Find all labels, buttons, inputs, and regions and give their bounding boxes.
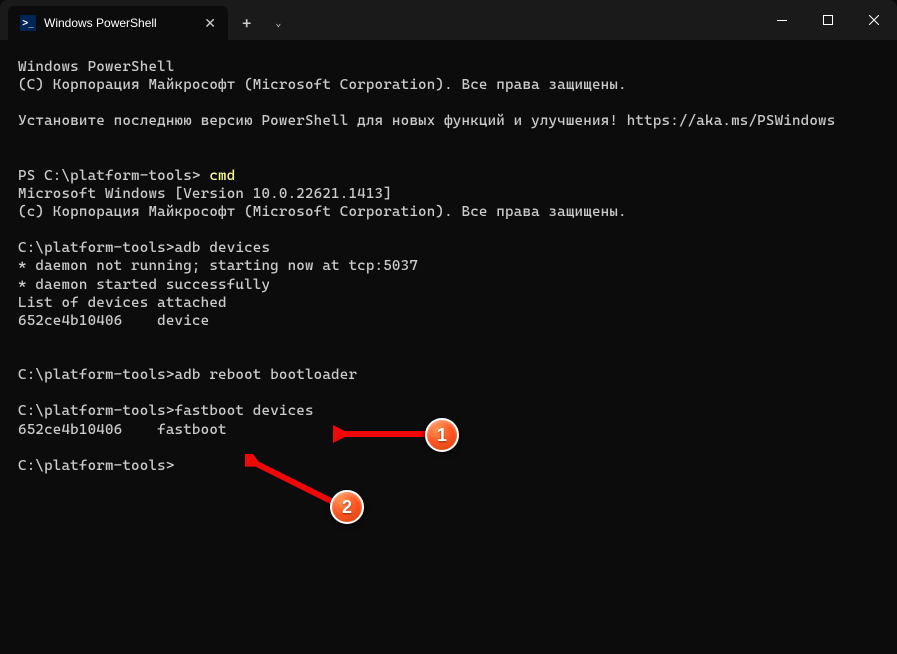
- copyright-line: (c) Корпорация Майкрософт (Microsoft Cor…: [18, 204, 627, 220]
- install-link[interactable]: https://aka.ms/PSWindows: [627, 113, 836, 129]
- powershell-icon: >_: [20, 15, 36, 31]
- badge-2-label: 2: [342, 497, 352, 518]
- cmd3: adb reboot bootloader: [175, 367, 358, 383]
- header-line2: (C) Корпорация Майкрософт (Microsoft Cor…: [18, 77, 627, 93]
- daemon2: * daemon started successfully: [18, 277, 270, 293]
- titlebar: >_ Windows PowerShell ✕ + ⌄: [0, 0, 897, 40]
- window: >_ Windows PowerShell ✕ + ⌄ Windows Powe…: [0, 0, 897, 654]
- cmd2: adb devices: [175, 240, 271, 256]
- minimize-icon: [777, 20, 787, 21]
- window-controls: [759, 0, 897, 40]
- tab-dropdown-icon[interactable]: ⌄: [265, 6, 291, 40]
- prompt2: C:\platform-tools>: [18, 240, 175, 256]
- close-icon: [869, 15, 879, 25]
- header-line1: Windows PowerShell: [18, 59, 175, 75]
- install-msg: Установите последнюю версию PowerShell д…: [18, 113, 627, 129]
- maximize-icon: [823, 15, 833, 25]
- device-line: 652ce4b10406 device: [18, 313, 209, 329]
- daemon1: * daemon not running; starting now at tc…: [18, 258, 418, 274]
- winver-line: Microsoft Windows [Version 10.0.22621.14…: [18, 186, 392, 202]
- tabs-container: >_ Windows PowerShell ✕ + ⌄: [0, 0, 291, 40]
- maximize-button[interactable]: [805, 0, 851, 40]
- fastboot-line: 652ce4b10406 fastboot: [18, 422, 227, 438]
- tab-title: Windows PowerShell: [44, 16, 157, 30]
- cmd-command: cmd: [209, 168, 235, 184]
- prompt3: C:\platform-tools>: [18, 367, 175, 383]
- badge-2: 2: [330, 490, 364, 524]
- new-tab-button[interactable]: +: [228, 6, 265, 40]
- ps-prompt: PS C:\platform-tools>: [18, 168, 209, 184]
- minimize-button[interactable]: [759, 0, 805, 40]
- prompt5: C:\platform-tools>: [18, 458, 175, 474]
- close-tab-icon[interactable]: ✕: [204, 15, 216, 32]
- cmd4: fastboot devices: [175, 403, 314, 419]
- terminal-output[interactable]: Windows PowerShell (C) Корпорация Майкро…: [0, 40, 897, 493]
- close-button[interactable]: [851, 0, 897, 40]
- prompt4: C:\platform-tools>: [18, 403, 175, 419]
- tab-powershell[interactable]: >_ Windows PowerShell ✕: [8, 6, 228, 40]
- list-header: List of devices attached: [18, 295, 227, 311]
